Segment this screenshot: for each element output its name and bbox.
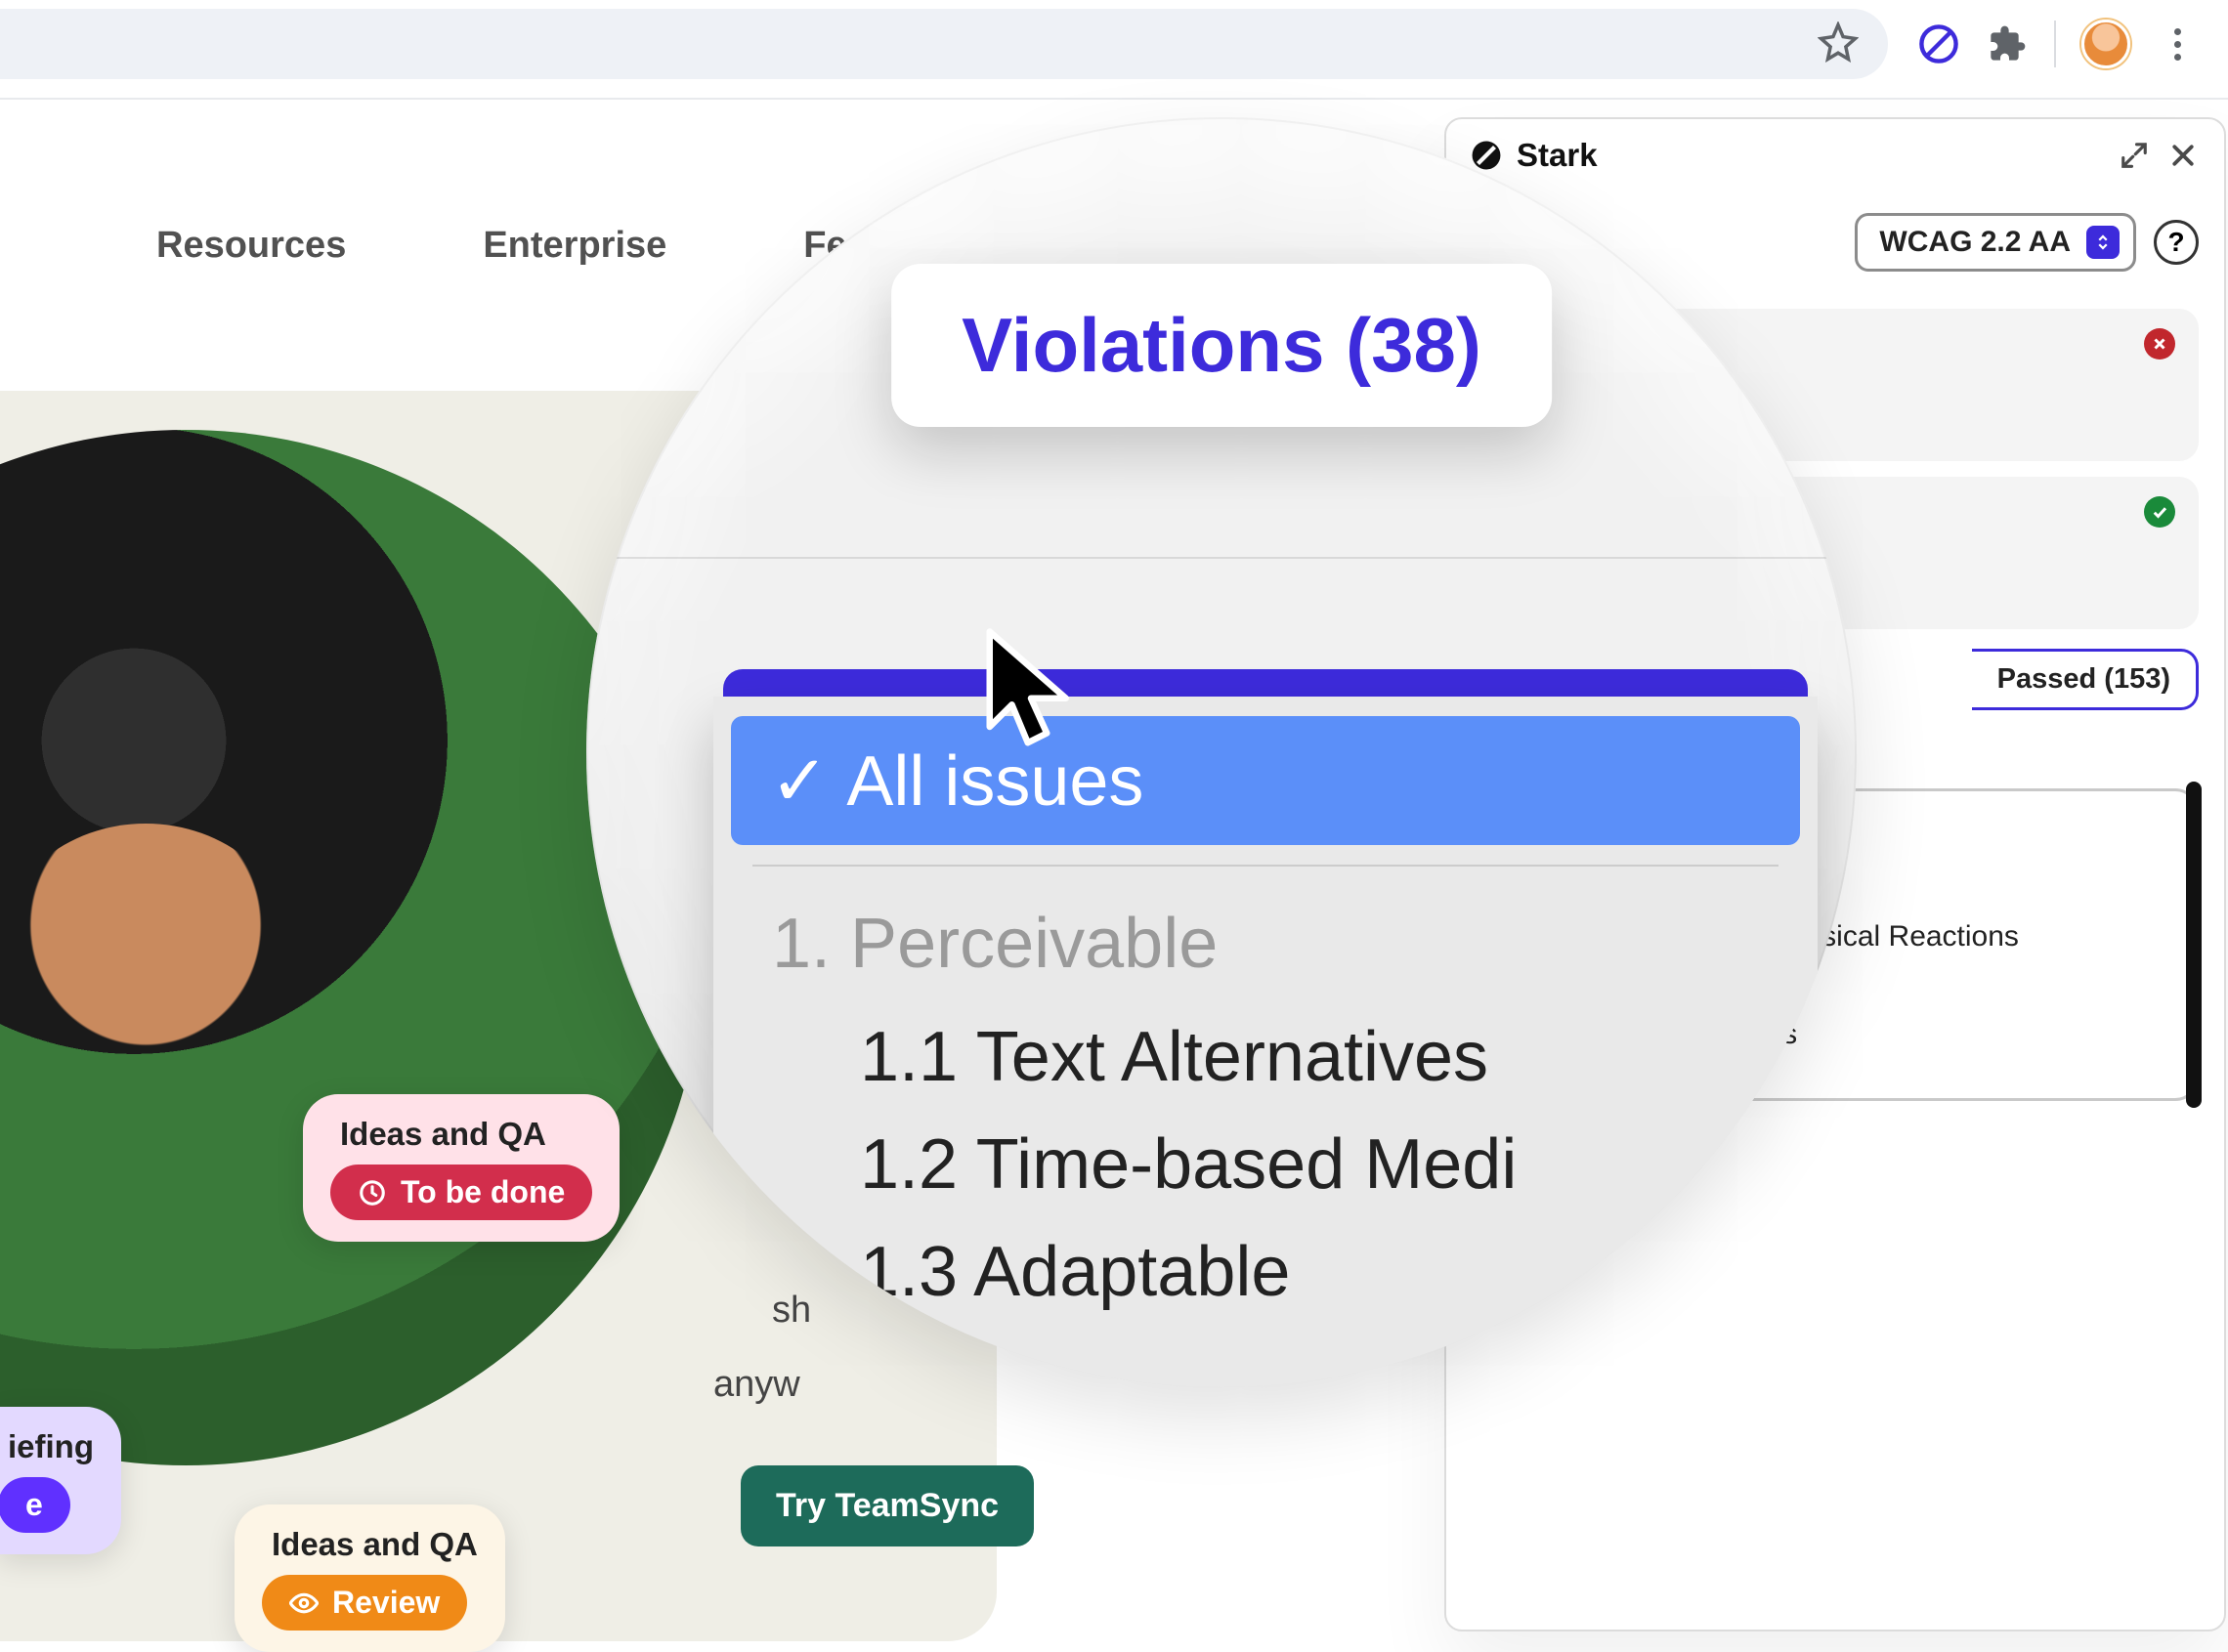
try-teamsync-button[interactable]: Try TeamSync — [741, 1465, 1034, 1546]
clock-icon — [358, 1178, 387, 1207]
checkmark-icon: ✓ — [770, 742, 829, 821]
wcag-level-select[interactable]: WCAG 2.2 AA — [1855, 213, 2136, 272]
pill-label: Review — [332, 1585, 440, 1621]
success-badge-icon — [2144, 496, 2175, 528]
dropdown-item-label: All issues — [846, 742, 1143, 821]
chip-title: Ideas and QA — [262, 1526, 478, 1563]
collapse-icon[interactable] — [2117, 138, 2152, 173]
status-pill-to-be-done[interactable]: To be done — [330, 1165, 592, 1220]
bookmark-star-icon[interactable] — [1818, 21, 1859, 67]
nav-resources[interactable]: Resources — [156, 225, 346, 267]
status-pill-review[interactable]: Review — [262, 1575, 467, 1631]
chevron-updown-icon — [2086, 226, 2120, 259]
pill-label: e — [25, 1487, 43, 1523]
dropdown-top-border — [723, 669, 1808, 697]
pill-label: To be done — [401, 1174, 565, 1210]
browser-toolbar — [0, 0, 2228, 88]
annotation-chip-briefing: iefing e — [0, 1407, 121, 1554]
profile-avatar[interactable] — [2081, 20, 2130, 68]
chip-title: iefing — [0, 1428, 94, 1465]
close-icon[interactable] — [2165, 138, 2201, 173]
chip-title: Ideas and QA — [330, 1116, 592, 1153]
divider — [752, 865, 1778, 867]
extensions-puzzle-icon[interactable] — [1986, 22, 2029, 65]
wcag-level-label: WCAG 2.2 AA — [1879, 226, 2071, 259]
vertical-divider — [2054, 21, 2056, 67]
annotation-chip-ideas-qa-2: Ideas and QA Review — [235, 1504, 505, 1652]
status-pill[interactable]: e — [0, 1477, 70, 1533]
error-badge-icon — [2144, 328, 2175, 360]
violations-tab-chip[interactable]: Violations (38) — [891, 264, 1552, 427]
url-bar[interactable] — [0, 9, 1888, 79]
divider — [0, 98, 2228, 100]
annotation-chip-ideas-qa: Ideas and QA To be done — [303, 1094, 620, 1242]
browser-actions — [1917, 20, 2228, 68]
magnifier-lens: Violations (38) ✓All issues 1. Perceivab… — [586, 117, 1857, 1387]
stark-extension-icon[interactable] — [1917, 22, 1960, 65]
cursor-icon — [977, 625, 1085, 752]
dropdown-item-1-3[interactable]: 1.3 Adaptable — [713, 1218, 1818, 1326]
dropdown-item-1-1[interactable]: 1.1 Text Alternatives — [713, 1003, 1818, 1111]
eye-icon — [289, 1588, 319, 1618]
dropdown-item-all-issues[interactable]: ✓All issues — [731, 716, 1800, 845]
browser-menu-icon[interactable] — [2156, 22, 2199, 65]
help-icon[interactable]: ? — [2154, 220, 2199, 265]
dropdown-category-perceivable: 1. Perceivable — [713, 884, 1818, 1003]
dropdown-item-1-2[interactable]: 1.2 Time-based Medi — [713, 1111, 1818, 1218]
dropdown-item-1-4-partial[interactable]: 4 Distin — [713, 1326, 1818, 1387]
divider — [586, 557, 1857, 559]
issue-filter-dropdown[interactable]: ✓All issues 1. Perceivable 1.1 Text Alte… — [713, 697, 1818, 1387]
tab-passed[interactable]: Passed (153) — [1972, 649, 2199, 710]
